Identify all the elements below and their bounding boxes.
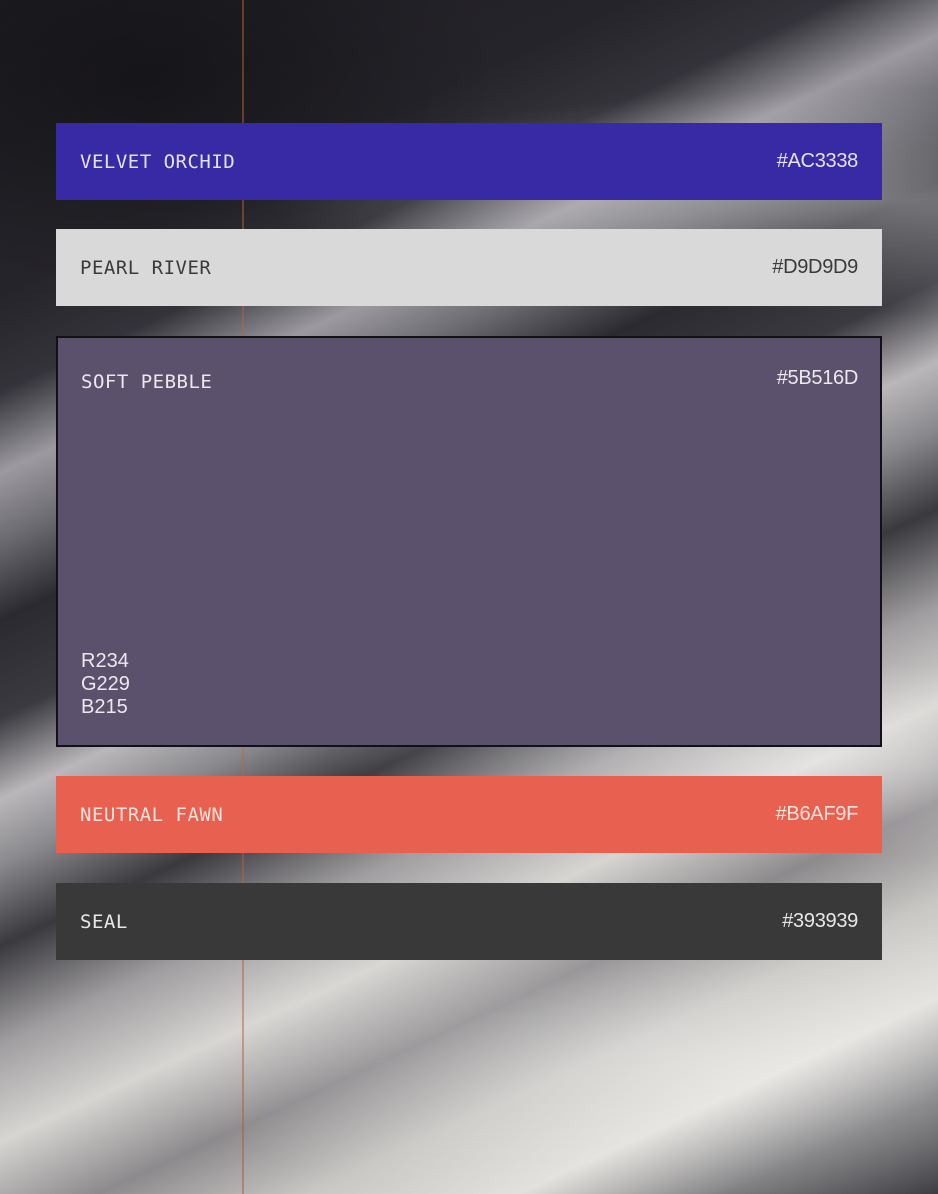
swatch-name: SEAL (80, 910, 128, 933)
rgb-values: R234 G229 B215 (81, 650, 130, 719)
color-swatch-neutral-fawn[interactable]: NEUTRAL FAWN #B6AF9F (56, 776, 882, 853)
swatch-hex: #B6AF9F (775, 803, 859, 825)
swatch-name: PEARL RIVER (80, 256, 212, 279)
rgb-blue-value: B215 (81, 696, 128, 718)
swatch-name: VELVET ORCHID (80, 150, 236, 173)
swatch-name: SOFT PEBBLE (81, 371, 213, 393)
color-swatch-pearl-river[interactable]: PEARL RIVER #D9D9D9 (56, 229, 882, 306)
swatch-hex: #393939 (782, 910, 858, 932)
color-swatch-velvet-orchid[interactable]: VELVET ORCHID #AC3338 (56, 123, 882, 200)
color-swatch-soft-pebble[interactable]: SOFT PEBBLE #5B516D R234 G229 B215 (56, 336, 882, 747)
swatch-name: NEUTRAL FAWN (80, 803, 224, 826)
rgb-green-value: G229 (81, 673, 130, 695)
swatch-hex: #AC3338 (776, 150, 859, 172)
swatch-hex: #5B516D (776, 367, 859, 389)
rgb-red-value: R234 (81, 650, 129, 672)
swatch-hex: #D9D9D9 (772, 256, 858, 278)
color-swatch-seal[interactable]: SEAL #393939 (56, 883, 882, 960)
